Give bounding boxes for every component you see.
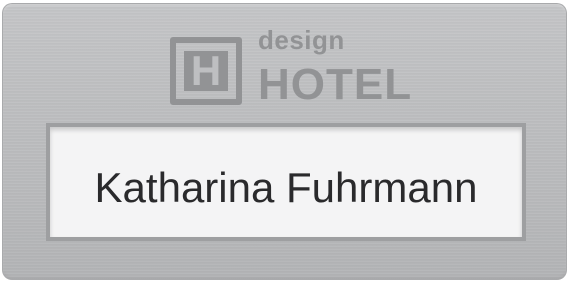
logo-word-design: design	[258, 25, 345, 55]
name-badge: H design HOTEL Katharina Fuhrmann	[2, 3, 567, 280]
badge-name: Katharina Fuhrmann	[94, 164, 478, 211]
hotel-logo: H design HOTEL	[170, 21, 420, 111]
logo-h-letter: H	[184, 50, 228, 92]
name-window: Katharina Fuhrmann	[46, 123, 526, 241]
logo-h-box: H	[170, 37, 242, 105]
page: H design HOTEL Katharina Fuhrmann	[0, 0, 571, 284]
logo-word-hotel: HOTEL	[258, 60, 413, 109]
